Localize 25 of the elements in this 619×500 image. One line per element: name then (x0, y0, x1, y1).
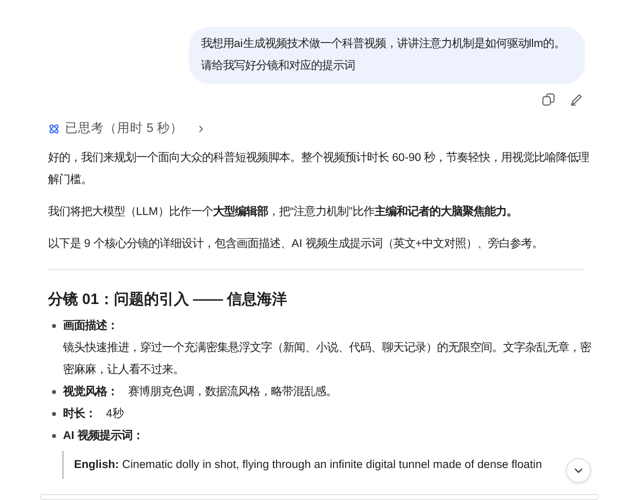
bullet-dot (52, 434, 56, 438)
paragraph: 我们将把大模型（LLM）比作一个大型编辑部，把“注意力机制”比作主编和记者的大脑聚焦能力。 (48, 204, 519, 220)
bullet-text: 赛博朋克色调，数据流风格，略带混乱感。 (128, 386, 337, 398)
paragraph: 以下是 9 个核心分镜的详细设计，包含画面描述、AI 视频生成提示词（英文+中文对照）、旁白参考。 (48, 236, 544, 252)
bullet-label: 视觉风格： (63, 386, 118, 398)
bullet-dot (52, 390, 56, 394)
scroll-down-button[interactable] (566, 458, 591, 483)
atom-icon (48, 122, 60, 134)
chevron-icon (198, 124, 204, 132)
bullet-dot (52, 412, 56, 416)
prompt-text: English: Cinematic dolly in shot, flying through an infinite digital tunnel made of dense floatin (74, 459, 542, 471)
user-message: 我想用ai生成视频技术做一个科普视频，讲讲注意力机制是如何驱动llm的。请给我写好分镜和对应的提示词 (189, 27, 585, 84)
chevron-down-icon (574, 467, 583, 474)
input-box[interactable] (40, 494, 599, 500)
copy-icon[interactable] (542, 93, 555, 106)
bullet-dot (52, 324, 56, 328)
paragraph: 好的，我们来规划一个面向大众的科普短视频脚本。整个视频预计时长 60-90 秒，节奏轻快，用视觉比喻降低理解门槛。 (48, 150, 590, 188)
bullet-label: 画面描述： (63, 320, 118, 332)
thinking-toggle[interactable]: 已思考（用时 5 秒） (48, 120, 204, 137)
bullet-label: AI 视频提示词： (63, 430, 144, 442)
bullet-label: 时长： (63, 408, 96, 420)
bullet-text: 4秒 (106, 408, 124, 420)
section-heading: 分镜 01：问题的引入 —— 信息海洋 (48, 290, 288, 309)
bullet-text: 镜头快速推进，穿过一个充满密集悬浮文字（新闻、小说、代码、聊天记录）的无限空间。文字杂乱无章，密密麻麻，让人看不过来。 (63, 340, 592, 378)
edit-icon[interactable] (570, 93, 583, 106)
